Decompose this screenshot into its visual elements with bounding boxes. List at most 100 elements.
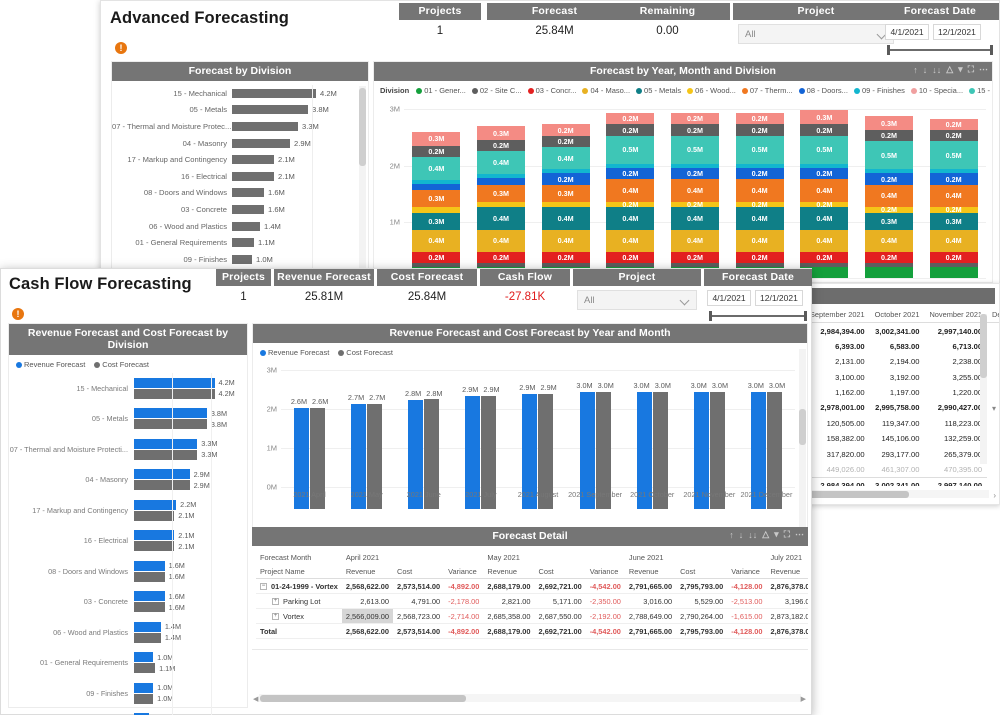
table-cell[interactable]: 2,688,179.00 (483, 578, 535, 594)
stacked-segment[interactable]: 0.2M (735, 167, 784, 179)
legend-item[interactable]: 01 - Gener... (416, 86, 466, 95)
month-column-header[interactable]: May 2021 (483, 550, 625, 564)
stacked-segment[interactable] (865, 266, 913, 278)
date-start-field[interactable]: 4/1/2021 (707, 290, 751, 306)
month-column-header[interactable]: April 2021 (342, 550, 484, 564)
division-bar-row[interactable]: 09 - Finishes 1.0M (112, 250, 368, 268)
stacked-segment[interactable]: 0.2M (606, 124, 655, 136)
stacked-segment[interactable]: 0.2M (541, 135, 590, 147)
stacked-segment[interactable]: 0.4M (606, 229, 655, 253)
table-cell[interactable]: 2,573,514.00 (392, 623, 445, 639)
stacked-segment[interactable]: 0.2M (735, 113, 784, 125)
stacked-segment[interactable]: 0.2M (800, 167, 849, 179)
stacked-segment[interactable]: 0.2M (800, 252, 849, 264)
side-table-row[interactable]: 158,382.00 145,106.00 132,259.00 (805, 431, 999, 446)
drill-up-icon[interactable]: △ (946, 64, 953, 75)
table-cell[interactable]: 5,529.00 (676, 593, 728, 609)
table-cell[interactable]: 2,791,665.00 (624, 623, 677, 639)
division-bar-row[interactable]: 06 - Wood and Plastics 1.4M (112, 217, 368, 235)
stacked-segment[interactable]: 0.3M (412, 190, 461, 208)
stacked-segment[interactable]: 0.2M (541, 173, 590, 185)
side-table-cell[interactable]: 1,220.00 (924, 385, 987, 400)
table-cell[interactable]: 2,790,264.00 (676, 608, 728, 624)
side-table-row[interactable]: 2,131.00 2,194.00 2,238.00 (805, 354, 999, 369)
stacked-segment[interactable]: 0.3M (800, 110, 849, 125)
division-bar[interactable] (232, 188, 264, 198)
stacked-segment[interactable]: 0.4M (477, 229, 525, 253)
stacked-segment[interactable] (929, 266, 978, 278)
scroll-right-icon[interactable]: ▶ (801, 695, 806, 703)
row-expander-icon[interactable]: − (260, 583, 267, 591)
sub-column-header[interactable]: Cost (534, 564, 586, 579)
table-cell[interactable]: 2,685,358.00 (483, 608, 535, 624)
stacked-column[interactable]: 0.2M 0.4M 0.4M 0.3M 0.2M 0.4M 0.2M 0.2M (541, 124, 590, 278)
stacked-segment[interactable]: 0.2M (671, 252, 719, 264)
stacked-segment[interactable]: 0.4M (412, 157, 461, 180)
table-cell[interactable]: -2,178.00 (444, 593, 484, 609)
sub-column-header[interactable]: Cost (392, 564, 445, 579)
division-bar-row[interactable]: 16 - Electrical 2.1M (112, 167, 368, 185)
division-bar-row[interactable]: 03 - Concrete 1.6M (112, 201, 368, 218)
more-options-icon[interactable]: ⋯ (795, 529, 804, 540)
legend-item[interactable]: 15 - Mech... (969, 86, 992, 95)
division-bar-group[interactable]: 15 - Mechanical 4.2M 4.2M (9, 373, 247, 404)
side-table-cell[interactable]: 6,393.00 (805, 339, 870, 354)
sub-column-header[interactable]: Revenue (766, 564, 808, 579)
division-chart-scrollbar[interactable] (359, 86, 366, 282)
legend-item[interactable]: Cost Forecast (94, 360, 149, 369)
stacked-segment[interactable]: 0.2M (929, 173, 978, 185)
side-table-cell[interactable]: 2,238.00 (924, 354, 987, 369)
stacked-segment[interactable]: 0.2M (929, 118, 978, 131)
drill-down-icon[interactable]: ↓↓ (748, 530, 757, 540)
stacked-segment[interactable]: 0.4M (606, 207, 655, 230)
side-table-cell[interactable]: 3,192.00 (870, 370, 925, 385)
table-cell[interactable]: 2,688,179.00 (483, 623, 535, 639)
stacked-segment[interactable]: 0.4M (477, 207, 525, 230)
stacked-segment[interactable]: 0.5M (671, 135, 719, 164)
side-table-cell[interactable]: 3,255.00 (924, 370, 987, 385)
stacked-segment[interactable]: 0.2M (477, 252, 525, 264)
stacked-segment[interactable] (412, 183, 461, 191)
division-bar-row[interactable]: 17 - Markup and Contingency 2.1M (112, 151, 368, 168)
table-cell[interactable]: -4,128.00 (727, 623, 767, 639)
stacked-segment[interactable]: 0.2M (671, 167, 719, 179)
scroll-left-icon[interactable]: ◀ (253, 695, 258, 703)
revenue-bar[interactable] (134, 438, 198, 449)
sub-column-header[interactable]: Cost (676, 564, 728, 579)
stacked-segment[interactable]: 0.2M (929, 252, 978, 264)
side-table-cell[interactable]: 120,505.00 (805, 416, 870, 431)
month-chart-scrollbar[interactable] (799, 349, 806, 527)
info-icon[interactable]: ! (12, 308, 24, 320)
stacked-segment[interactable]: 0.2M (606, 113, 655, 125)
stacked-segment[interactable]: 0.4M (412, 229, 461, 253)
stacked-segment[interactable]: 0.2M (606, 252, 655, 264)
stacked-column[interactable]: 0.2M 0.4M 0.4M 0.3M 0.4M 0.2M 0.3M (477, 126, 525, 278)
side-table-cell[interactable]: 1,197.00 (870, 385, 925, 400)
division-bar-group[interactable]: 01 - General Requirements 1.0M 1.1M (9, 647, 247, 678)
side-table-cell[interactable]: 132,259.00 (924, 431, 987, 446)
side-table-row[interactable]: 2,984,394.00 3,002,341.00 2,997,140.00 (805, 323, 999, 339)
legend-item[interactable]: 02 - Site C... (471, 86, 522, 95)
revenue-bar[interactable] (134, 530, 175, 541)
sub-column-header[interactable]: Variance (585, 564, 625, 579)
side-table-cell[interactable]: 2,984,394.00 (805, 323, 870, 339)
table-cell[interactable]: 2,692,721.00 (534, 578, 586, 594)
division-bar-group[interactable]: 08 - Doors and Windows 1.6M 1.6M (9, 556, 247, 587)
side-table-hscroll[interactable] (807, 490, 989, 498)
focus-mode-icon[interactable]: ⛶ (968, 64, 974, 75)
division-bar-row[interactable]: 15 - Mechanical 4.2M (112, 85, 368, 102)
side-table-cell[interactable]: 265,379.00 (924, 446, 987, 461)
division-bar-row[interactable]: 01 - General Requirements 1.1M (112, 234, 368, 251)
stacked-segment[interactable]: 0.4M (735, 179, 784, 202)
date-end-field[interactable]: 12/1/2021 (933, 24, 981, 40)
stacked-column[interactable]: 0.2M 0.4M 0.4M 0.2M 0.4M 0.2M 0.5M 0.2M 0.3M (800, 110, 849, 278)
stacked-segment[interactable]: 0.2M (671, 124, 719, 136)
stacked-segment[interactable]: 0.3M (477, 126, 525, 141)
side-table-row[interactable]: 1,162.00 1,197.00 1,220.00 (805, 385, 999, 400)
stacked-segment[interactable]: 0.5M (606, 135, 655, 164)
side-table-cell[interactable]: 119,347.00 (870, 416, 925, 431)
info-icon[interactable]: ! (115, 42, 127, 54)
table-cell[interactable]: 2,791,665.00 (624, 578, 677, 594)
division-bar-group[interactable]: 10 - Specialties0.8M0.8M (9, 708, 247, 715)
revenue-bar[interactable] (134, 682, 154, 693)
